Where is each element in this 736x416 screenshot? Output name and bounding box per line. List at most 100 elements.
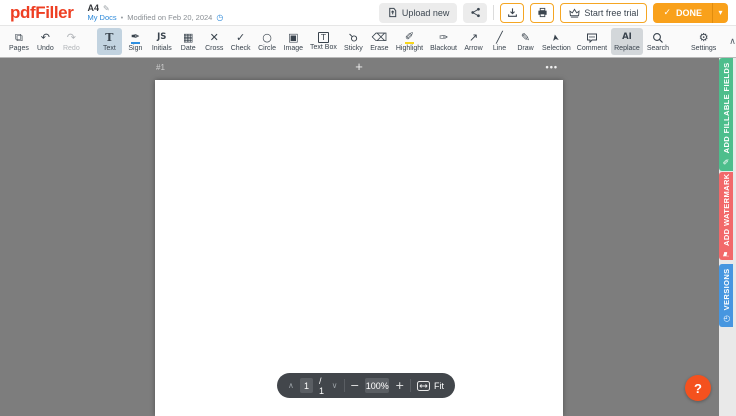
fit-label: Fit	[434, 381, 444, 391]
page-options-menu[interactable]: •••	[534, 59, 558, 75]
my-docs-link[interactable]: My Docs	[87, 13, 116, 22]
pdf-page[interactable]	[155, 80, 563, 416]
share-icon	[470, 7, 481, 18]
pager-divider	[410, 379, 411, 392]
edit-title-icon[interactable]: ✎	[103, 4, 110, 13]
replace-icon: AI	[622, 31, 632, 44]
collapse-toolbar-button[interactable]: ∧	[729, 28, 736, 55]
download-icon	[507, 7, 518, 18]
document-canvas: #1 + ••• ✎ADD FILLABLE FIELDS⚑ADD WATERM…	[0, 58, 736, 416]
toolbar-item-initials[interactable]: JSInitials	[149, 28, 175, 55]
fit-icon	[417, 381, 430, 391]
print-button[interactable]	[530, 3, 554, 23]
toolbar-item-label: Check	[231, 45, 251, 52]
zoom-level-input[interactable]: 100%	[365, 378, 389, 393]
history-clock-icon[interactable]: ◷	[216, 13, 223, 22]
side-tab-add-fillable-fields[interactable]: ✎ ADD FILLABLE FIELDS	[719, 58, 733, 171]
pdffiller-app: pdfFiller A4 ✎ My Docs • Modified on Feb…	[0, 0, 736, 416]
next-page-button[interactable]: ∨	[332, 382, 338, 390]
help-button[interactable]: ?	[685, 375, 711, 401]
gear-icon: ⚙	[699, 31, 709, 44]
zoom-in-button[interactable]: +	[395, 380, 404, 391]
zoom-out-button[interactable]: −	[350, 380, 359, 391]
erase-icon: ⌫	[372, 31, 388, 44]
toolbar-item-image[interactable]: ▣Image	[281, 28, 306, 55]
editor-toolbar: ⧉Pages↶Undo↷Redo TText✒SignJSInitials▦Da…	[0, 26, 736, 58]
document-meta: A4 ✎ My Docs • Modified on Feb 20, 2024 …	[87, 3, 223, 22]
done-button[interactable]: ✓ DONE	[653, 3, 712, 23]
toolbar-item-pages[interactable]: ⧉Pages	[6, 28, 32, 55]
toolbar-item-label: Circle	[258, 45, 276, 52]
upload-new-button[interactable]: Upload new	[379, 3, 458, 23]
toolbar-item-textbox[interactable]: TText Box	[307, 28, 340, 55]
add-page-button[interactable]: +	[349, 59, 369, 75]
top-header: pdfFiller A4 ✎ My Docs • Modified on Feb…	[0, 0, 736, 26]
toolbar-item-settings[interactable]: ⚙Settings	[688, 28, 719, 55]
toolbar-item-selection[interactable]: ➤Selection	[539, 28, 574, 55]
toolbar-item-arrow[interactable]: ↗Arrow	[461, 28, 486, 55]
cross-icon: ✕	[210, 31, 219, 44]
done-dropdown-caret[interactable]: ▾	[712, 3, 728, 23]
date-icon: ▦	[183, 31, 193, 44]
toolbar-item-replace[interactable]: AIReplace	[611, 28, 643, 55]
crown-icon	[569, 8, 580, 18]
download-button[interactable]	[500, 3, 524, 23]
toolbar-item-label: Settings	[691, 45, 716, 52]
toolbar-item-label: Initials	[152, 45, 172, 52]
modified-text: Modified on Feb 20, 2024	[127, 13, 212, 22]
sticky-icon: ⚲	[349, 31, 357, 44]
toolbar-item-sign[interactable]: ✒Sign	[123, 28, 148, 55]
header-actions: Upload new St	[379, 3, 728, 23]
document-title: A4	[87, 3, 99, 13]
toolbar-item-highlight[interactable]: ✐Highlight	[393, 28, 426, 55]
toolbar-item-circle[interactable]: ○Circle	[255, 28, 280, 55]
toolbar-item-text[interactable]: TText	[97, 28, 122, 55]
clock-icon: ◷	[721, 314, 730, 323]
toolbar-item-redo[interactable]: ↷Redo	[59, 28, 84, 55]
page-number-input[interactable]: 1	[300, 378, 313, 393]
toolbar-item-label: Highlight	[396, 45, 423, 52]
comment-icon	[586, 31, 598, 44]
toolbar-item-comment[interactable]: Comment	[574, 28, 610, 55]
side-tab-content: ✎ ADD FILLABLE FIELDS	[722, 62, 731, 166]
toolbar-item-label: Replace	[614, 45, 640, 52]
toolbar-item-label: Pages	[9, 45, 29, 52]
toolbar-item-undo[interactable]: ↶Undo	[33, 28, 58, 55]
toolbar-item-label: Sign	[128, 45, 142, 52]
toolbar-item-label: Comment	[577, 45, 607, 52]
toolbar-item-check[interactable]: ✓Check	[228, 28, 254, 55]
pages-icon: ⧉	[15, 31, 23, 44]
highlight-icon: ✐	[405, 32, 414, 44]
toolbar-item-line[interactable]: ╱Line	[487, 28, 512, 55]
side-tab-versions[interactable]: ◷ VERSIONS	[719, 264, 733, 327]
side-tab-label: VERSIONS	[722, 268, 731, 310]
toolbar-group-history: ⧉Pages↶Undo↷Redo	[6, 28, 84, 55]
toolbar-item-date[interactable]: ▦Date	[176, 28, 201, 55]
share-button[interactable]	[463, 3, 487, 23]
side-tab-add-watermark[interactable]: ⚑ADD WATERMARK	[719, 172, 733, 260]
toolbar-item-cross[interactable]: ✕Cross	[202, 28, 227, 55]
toolbar-item-blackout[interactable]: ✑Blackout	[427, 28, 460, 55]
toolbar-item-label: Cross	[205, 45, 223, 52]
side-tab-label: ADD FILLABLE FIELDS	[722, 62, 731, 153]
side-tab-content: ⚑ADD WATERMARK	[722, 173, 731, 259]
start-free-trial-button[interactable]: Start free trial	[560, 3, 647, 23]
toolbar-item-label: Selection	[542, 45, 571, 52]
toolbar-item-label: Undo	[37, 45, 54, 52]
toolbar-item-search[interactable]: Search	[644, 28, 672, 55]
previous-page-button[interactable]: ∧	[288, 382, 294, 390]
toolbar-item-label: Line	[493, 45, 506, 52]
fit-to-width-button[interactable]: Fit	[417, 381, 444, 391]
toolbar-item-label: Image	[284, 45, 303, 52]
toolbar-item-draw[interactable]: ✎Draw	[513, 28, 538, 55]
toolbar-item-sticky[interactable]: ⚲Sticky	[341, 28, 366, 55]
blackout-icon: ✑	[439, 31, 448, 44]
form-pencil-icon: ✎	[721, 157, 730, 166]
chevron-up-icon: ∧	[729, 37, 736, 47]
page-total-label: / 1	[319, 376, 326, 396]
toolbar-item-erase[interactable]: ⌫Erase	[367, 28, 392, 55]
upload-icon	[387, 7, 398, 18]
meta-separator: •	[121, 13, 124, 22]
toolbar-item-label: Redo	[63, 45, 80, 52]
pdffiller-logo: pdfFiller	[10, 4, 73, 21]
